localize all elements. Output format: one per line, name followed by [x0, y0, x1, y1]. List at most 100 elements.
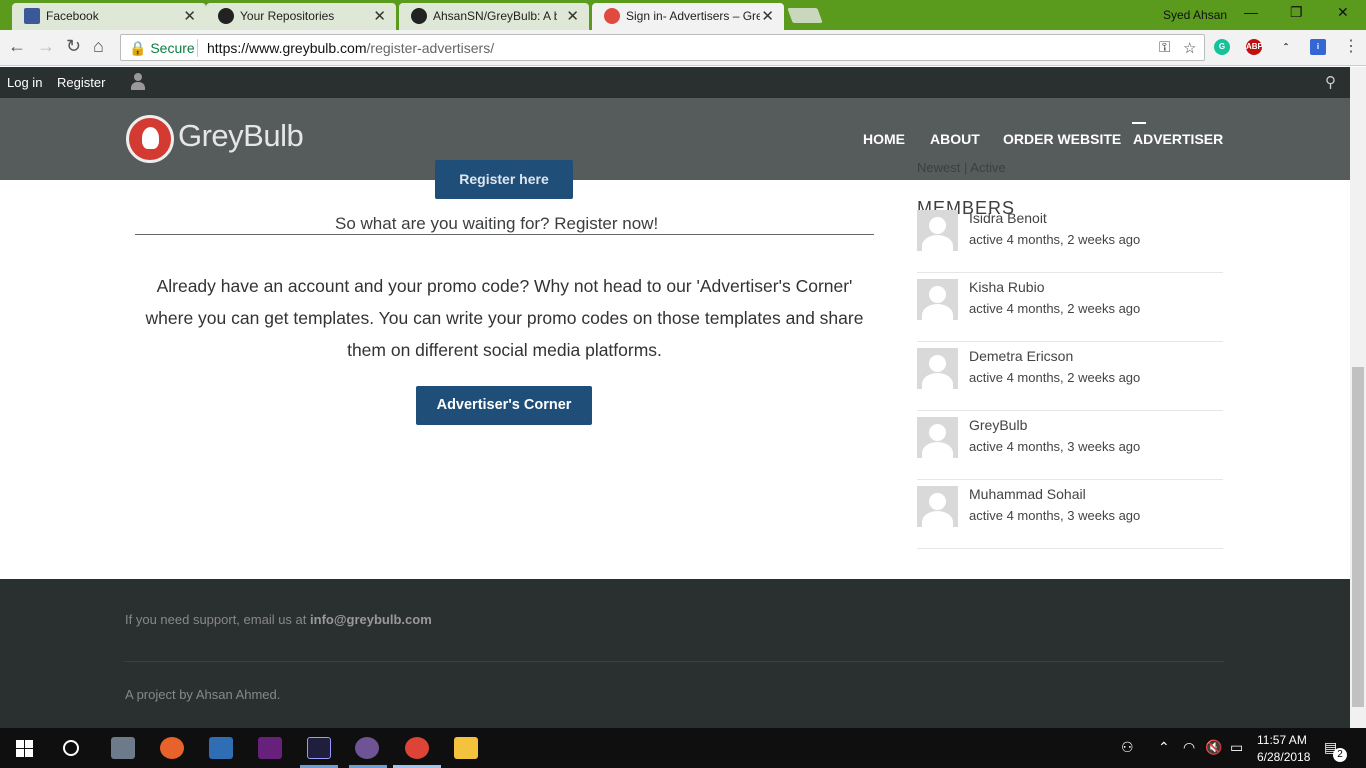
- member-name[interactable]: Kisha Rubio: [969, 279, 1045, 295]
- wifi-icon[interactable]: ◠: [1183, 739, 1195, 756]
- grammarly-icon[interactable]: G: [1214, 39, 1230, 55]
- register-cta-text: So what are you waiting for? Register no…: [335, 214, 659, 233]
- member-last-active: active 4 months, 2 weeks ago: [969, 232, 1141, 247]
- site-footer: If you need support, email us at info@gr…: [0, 579, 1350, 728]
- github-desktop-icon[interactable]: [355, 737, 379, 759]
- avatar[interactable]: [917, 417, 958, 458]
- search-icon[interactable]: ⚲: [1325, 73, 1336, 91]
- chevron-up-icon[interactable]: ⌃: [1158, 739, 1170, 756]
- nav-active-indicator: [1132, 122, 1146, 124]
- adblock-plus-icon[interactable]: ABP: [1246, 39, 1263, 55]
- support-text: If you need support, email us at info@gr…: [125, 612, 432, 627]
- chrome-icon[interactable]: [405, 737, 429, 759]
- windows-taskbar: ⚇ ⌃ ◠ 🔇 ▭ 11:57 AM 6/28/2018 ▤ 2: [0, 728, 1366, 768]
- member-name[interactable]: Demetra Ericson: [969, 348, 1073, 364]
- clock-date[interactable]: 6/28/2018: [1257, 750, 1310, 764]
- member-name[interactable]: Isidra Benoit: [969, 210, 1047, 226]
- tab-facebook[interactable]: Facebook ✕: [12, 3, 206, 30]
- tab-your-repositories[interactable]: Your Repositories ✕: [206, 3, 396, 30]
- facebook-icon: [24, 8, 40, 24]
- avatar[interactable]: [917, 210, 958, 251]
- nav-advertiser[interactable]: ADVERTISER: [1133, 131, 1223, 147]
- key-icon[interactable]: ⚿: [1159, 39, 1170, 56]
- tab-title: AhsanSN/GreyBulb: A bu: [433, 9, 557, 23]
- member-item[interactable]: Demetra Ericson active 4 months, 2 weeks…: [917, 342, 1223, 411]
- advertiser-intro-text: Already have an account and your promo c…: [145, 276, 864, 360]
- cortana-icon[interactable]: [63, 740, 79, 756]
- member-item[interactable]: Kisha Rubio active 4 months, 2 weeks ago: [917, 273, 1223, 342]
- new-tab-button[interactable]: [787, 8, 823, 23]
- github-icon: [218, 8, 234, 24]
- task-view-icon[interactable]: [111, 737, 135, 759]
- greybulb-logo-icon[interactable]: [126, 115, 174, 163]
- extension-icon[interactable]: i: [1310, 39, 1326, 55]
- restore-icon[interactable]: ❐: [1290, 4, 1303, 21]
- bookmark-star-icon[interactable]: ☆: [1183, 39, 1196, 57]
- avatar[interactable]: [917, 279, 958, 320]
- close-icon[interactable]: ✕: [183, 7, 196, 25]
- browser-profile-name[interactable]: Syed Ahsan: [1163, 8, 1227, 22]
- site-header: So what are you waiting for? Register no…: [0, 98, 1350, 233]
- advertisers-corner-button[interactable]: Advertiser's Corner: [416, 386, 592, 425]
- filter-separator: |: [963, 160, 968, 175]
- site-logo-text[interactable]: GreyBulb: [178, 118, 304, 154]
- tab-greybulb-repo[interactable]: AhsanSN/GreyBulb: A bu ✕: [399, 3, 589, 30]
- windows-start-icon[interactable]: [16, 740, 33, 757]
- member-last-active: active 4 months, 2 weeks ago: [969, 301, 1141, 316]
- visual-studio-icon[interactable]: [258, 737, 282, 759]
- close-icon[interactable]: ✕: [373, 7, 386, 25]
- close-window-icon[interactable]: ✕: [1337, 4, 1349, 21]
- close-icon[interactable]: ✕: [761, 7, 774, 25]
- secure-indicator[interactable]: 🔒 Secure: [129, 40, 195, 57]
- reload-icon[interactable]: ↻: [66, 36, 81, 57]
- forward-icon[interactable]: →: [37, 36, 55, 57]
- omnibox-divider: [197, 39, 198, 57]
- tab-title: Your Repositories: [240, 9, 335, 23]
- back-icon[interactable]: ←: [8, 36, 26, 57]
- address-bar[interactable]: 🔒 Secure https://www.greybulb.com/regist…: [120, 34, 1205, 61]
- member-item[interactable]: Isidra Benoit active 4 months, 2 weeks a…: [917, 204, 1223, 273]
- filter-newest[interactable]: Newest: [917, 160, 960, 175]
- member-item[interactable]: Muhammad Sohail active 4 months, 3 weeks…: [917, 480, 1223, 549]
- minimize-icon[interactable]: —: [1244, 4, 1258, 20]
- after-effects-icon[interactable]: [307, 737, 331, 759]
- volume-muted-icon[interactable]: 🔇: [1205, 739, 1222, 756]
- avatar[interactable]: [917, 486, 958, 527]
- filter-active[interactable]: Active: [970, 160, 1005, 175]
- register-here-button[interactable]: Register here: [435, 160, 573, 199]
- firefox-icon[interactable]: [160, 737, 184, 759]
- member-name[interactable]: GreyBulb: [969, 417, 1027, 433]
- footer-divider: [124, 661, 1224, 662]
- tab-sign-in-advertisers[interactable]: Sign in- Advertisers – Gre ✕: [592, 3, 784, 30]
- login-link[interactable]: Log in: [7, 75, 42, 90]
- computer-icon[interactable]: [209, 737, 233, 759]
- nav-home[interactable]: HOME: [863, 131, 905, 147]
- browser-toolbar: ← → ↻ ⌂ 🔒 Secure https://www.greybulb.co…: [0, 30, 1366, 66]
- avatar[interactable]: [917, 348, 958, 389]
- close-icon[interactable]: ✕: [566, 7, 579, 25]
- file-explorer-icon[interactable]: [454, 737, 478, 759]
- footer-credit: A project by Ahsan Ahmed.: [125, 687, 281, 702]
- register-link[interactable]: Register: [57, 75, 105, 90]
- nav-order-website[interactable]: ORDER WEBSITE: [1003, 131, 1121, 147]
- nav-about[interactable]: ABOUT: [930, 131, 980, 147]
- members-filter: Newest | Active: [917, 160, 1006, 175]
- menu-icon[interactable]: ⋮: [1343, 36, 1359, 56]
- scrollbar-thumb[interactable]: [1352, 367, 1364, 707]
- clock-time[interactable]: 11:57 AM: [1257, 733, 1307, 747]
- support-email-link[interactable]: info@greybulb.com: [310, 612, 432, 627]
- member-name[interactable]: Muhammad Sohail: [969, 486, 1086, 502]
- people-icon[interactable]: ⚇: [1121, 739, 1134, 756]
- greybulb-favicon-icon: [604, 8, 620, 24]
- url-text[interactable]: https://www.greybulb.com/register-advert…: [207, 40, 494, 56]
- url-path: /register-advertisers/: [366, 40, 495, 56]
- member-item[interactable]: GreyBulb active 4 months, 3 weeks ago: [917, 411, 1223, 480]
- member-last-active: active 4 months, 2 weeks ago: [969, 370, 1141, 385]
- member-last-active: active 4 months, 3 weeks ago: [969, 508, 1141, 523]
- home-icon[interactable]: ⌂: [93, 36, 104, 57]
- user-icon[interactable]: [131, 73, 145, 91]
- page-scrollbar[interactable]: [1350, 67, 1366, 728]
- extension-icon[interactable]: ⌃: [1278, 39, 1294, 55]
- support-prefix: If you need support, email us at: [125, 612, 307, 627]
- battery-icon[interactable]: ▭: [1230, 739, 1243, 756]
